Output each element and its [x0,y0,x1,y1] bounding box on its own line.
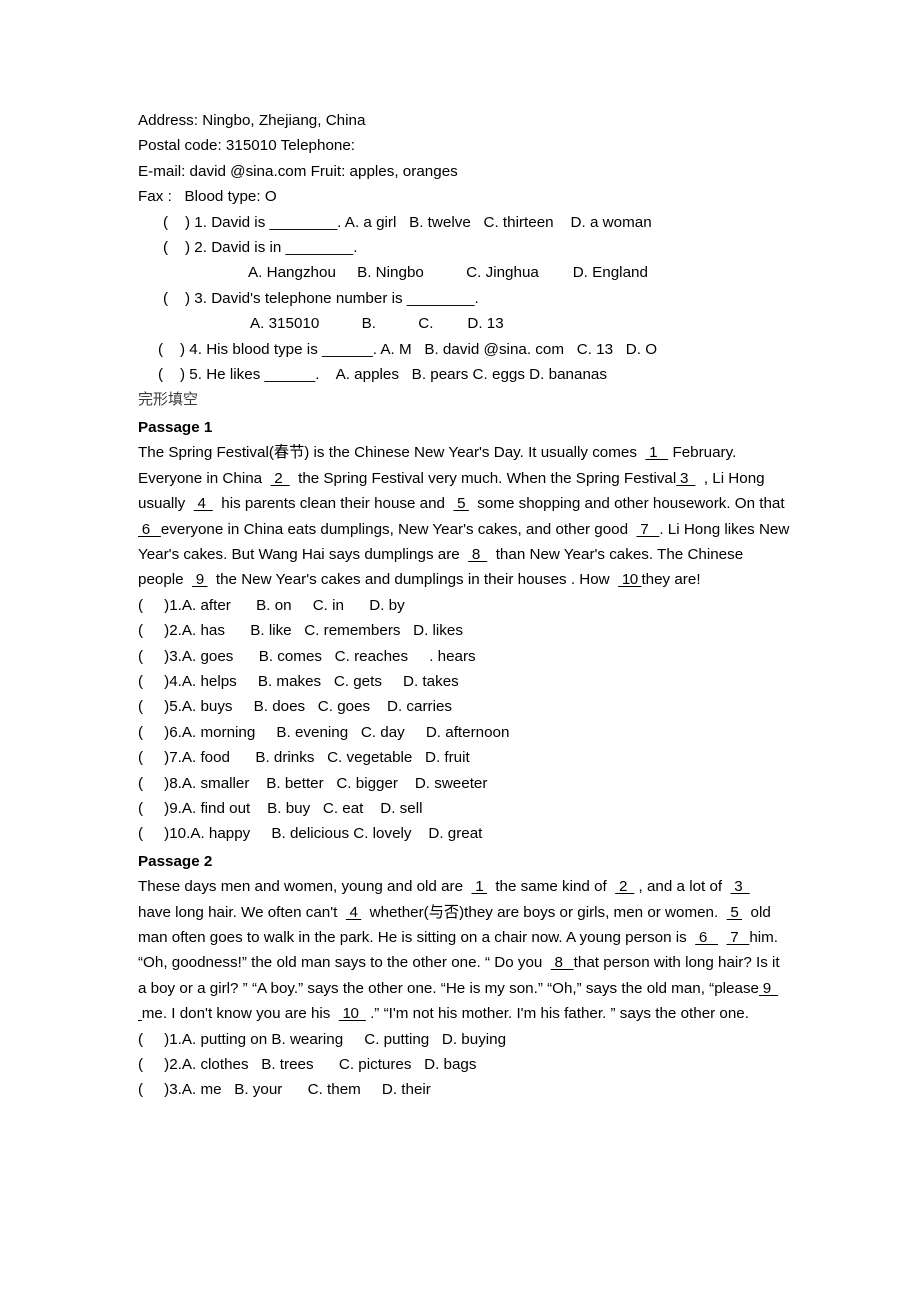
fill-in-blank: 10 [338,1005,366,1023]
fill-in-blank: 3 [730,878,750,896]
info-question-3-options: A. 315010 B. C. D. 13 [250,315,504,333]
passage-text-run: they are! [641,571,701,589]
fill-in-blank: 1 [645,444,669,462]
passage-text-run: him. [749,929,779,946]
contact-line-fax: Fax : Blood type: O [138,188,277,206]
fill-in-blank: 8 [468,545,488,563]
fill-in-blank: 2 [615,878,635,896]
passage-1-choice-1: ( )1.A. after B. on C. in D. by [138,596,405,614]
passage-2-choice-1: ( )1.A. putting on B. wearing C. putting… [138,1030,507,1048]
passage-text-run: , and a lot of [634,878,731,896]
fill-in-blank: 4 [345,903,362,921]
fill-in-blank: 4 [193,495,213,513]
passage-text-run: some shopping and other housework. On th… [468,495,794,513]
document-body: Address: Ningbo, Zhejiang, China Postal … [138,108,794,1103]
passage-text-run: me. I don't know you are his [141,1005,339,1023]
passage-1-heading: Passage 1 [138,418,213,436]
fill-in-blank: 3 [676,469,696,487]
fill-in-blank: 10 [618,571,642,589]
chinese-text: 春节 [273,443,305,462]
passage-text-run: everyone in China eats dumplings, New Ye… [160,520,637,538]
passage-2-text-part-2: “Oh, goodness!” the old man says to the … [138,950,790,1026]
passage-text-run: whether( [361,903,429,921]
passage-text-run: These days men and women, young and old … [138,878,472,896]
passage-1-choice-4: ( )4.A. helps B. makes C. gets D. takes [138,672,459,690]
passage-1-text: The Spring Festival(春节) is the Chinese N… [138,440,790,592]
passage-2-text-part-1: These days men and women, young and old … [138,874,790,950]
passage-text-run: The Spring Festival( [138,444,274,462]
info-question-2-options: A. Hangzhou B. Ningbo C. Jinghua D. Engl… [248,264,648,282]
fill-in-blank: 6 [138,520,161,538]
section-label-cloze: 完形填空 [138,390,199,409]
fill-in-blank: 7 [726,929,750,946]
passage-text-run: the same kind of [486,878,616,896]
info-question-3: ( ) 3. David's telephone number is _____… [163,289,479,307]
document-page: Address: Ningbo, Zhejiang, China Postal … [0,0,920,1302]
info-question-5: ( ) 5. He likes ______. A. apples B. pea… [158,366,607,384]
passage-1-choice-3: ( )3.A. goes B. comes C. reaches . hears [138,647,476,665]
chinese-text: 与否 [428,902,460,921]
passage-text-run: “Oh, goodness!” the old man says to the … [138,954,551,972]
passage-2-choice-3: ( )3.A. me B. your C. them D. their [138,1081,431,1099]
fill-in-blank: 7 [636,520,660,538]
passage-text-run: his parents clean their house and [212,495,454,513]
contact-line-address: Address: Ningbo, Zhejiang, China [138,112,366,129]
fill-in-blank: 5 [453,495,469,513]
info-question-1: ( ) 1. David is ________. A. a girl B. t… [163,213,652,231]
passage-1-choice-9: ( )9.A. find out B. buy C. eat D. sell [138,799,423,817]
passage-text-run: .” “I'm not his mother. I'm his father. … [365,1005,749,1023]
fill-in-blank: 2 [270,469,290,487]
passage-2-heading: Passage 2 [138,852,213,870]
info-question-2: ( ) 2. David is in ________. [163,239,358,257]
passage-1-choice-7: ( )7.A. food B. drinks C. vegetable D. f… [138,749,470,767]
passage-1-choice-10: ( )10.A. happy B. delicious C. lovely D.… [138,825,483,843]
contact-line-email: E-mail: david @sina.com Fruit: apples, o… [138,162,458,180]
fill-in-blank: 6 [695,929,719,946]
fill-in-blank: 1 [471,878,487,896]
fill-in-blank: 5 [726,903,743,921]
passage-text-run: the New Year's cakes and dumplings in th… [207,571,619,589]
passage-1-choice-6: ( )6.A. morning B. evening C. day D. aft… [138,723,510,741]
fill-in-blank: 8 [550,954,574,972]
passage-1-choice-2: ( )2.A. has B. like C. remembers D. like… [138,622,463,640]
passage-1-choice-8: ( )8.A. smaller B. better C. bigger D. s… [138,774,488,792]
passage-text-run: )they are boys or girls, men or women. [459,903,727,921]
passage-2-choice-2: ( )2.A. clothes B. trees C. pictures D. … [138,1056,477,1074]
passage-text-run: ) is the Chinese New Year's Day. It usua… [304,444,646,462]
info-question-4: ( ) 4. His blood type is ______. A. M B.… [158,340,658,358]
passage-text-run: the Spring Festival very much. When the … [289,469,677,487]
passage-1-choice-5: ( )5.A. buys B. does C. goes D. carries [138,698,452,716]
fill-in-blank: 9 [192,571,208,589]
contact-line-postal-code: Postal code: 315010 Telephone: [138,137,356,155]
